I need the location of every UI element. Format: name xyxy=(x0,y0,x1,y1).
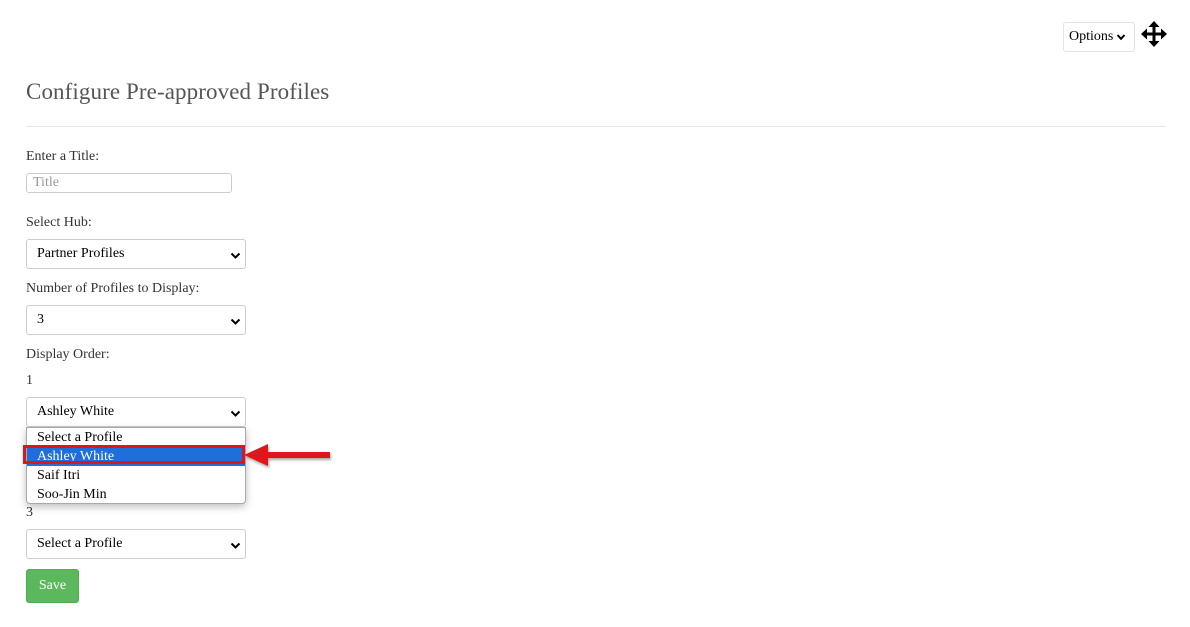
dropdown-option-saif-itri[interactable]: Saif Itri xyxy=(27,466,245,485)
chevron-down-icon xyxy=(230,408,241,419)
profile-dropdown-list: Select a Profile Ashley White Saif Itri … xyxy=(26,427,246,504)
chevron-down-icon xyxy=(230,316,241,327)
profile-count-select[interactable]: 3 xyxy=(26,305,246,335)
profile-select-3-value: Select a Profile xyxy=(37,536,123,551)
dropdown-option-select-profile[interactable]: Select a Profile xyxy=(27,428,245,447)
annotation-arrow-icon xyxy=(244,444,330,466)
profile-count-value: 3 xyxy=(37,312,44,327)
save-button[interactable]: Save xyxy=(26,569,79,603)
profile-select-3[interactable]: Select a Profile xyxy=(26,529,246,559)
dropdown-option-soo-jin-min[interactable]: Soo-Jin Min xyxy=(27,485,245,504)
options-dropdown[interactable]: Options xyxy=(1063,22,1135,52)
chevron-down-icon xyxy=(230,250,241,261)
slot-number-3: 3 xyxy=(26,505,33,520)
hub-select-value: Partner Profiles xyxy=(37,246,125,261)
title-field-label: Enter a Title: xyxy=(26,149,100,164)
profile-select-1[interactable]: Ashley White xyxy=(26,397,246,427)
dropdown-option-ashley-white[interactable]: Ashley White xyxy=(27,447,245,466)
display-order-label: Display Order: xyxy=(26,347,110,362)
chevron-down-icon xyxy=(230,540,241,551)
slot-number-1: 1 xyxy=(26,373,33,388)
move-arrows-icon[interactable] xyxy=(1141,21,1167,47)
count-field-label: Number of Profiles to Display: xyxy=(26,281,200,296)
hub-field-label: Select Hub: xyxy=(26,215,92,230)
profile-select-1-value: Ashley White xyxy=(37,404,115,419)
hub-select[interactable]: Partner Profiles xyxy=(26,239,246,269)
title-divider xyxy=(26,126,1166,127)
title-input[interactable] xyxy=(26,173,232,193)
page-title: Configure Pre-approved Profiles xyxy=(26,79,330,104)
chevron-down-icon xyxy=(1116,32,1126,42)
options-label: Options xyxy=(1069,29,1114,44)
